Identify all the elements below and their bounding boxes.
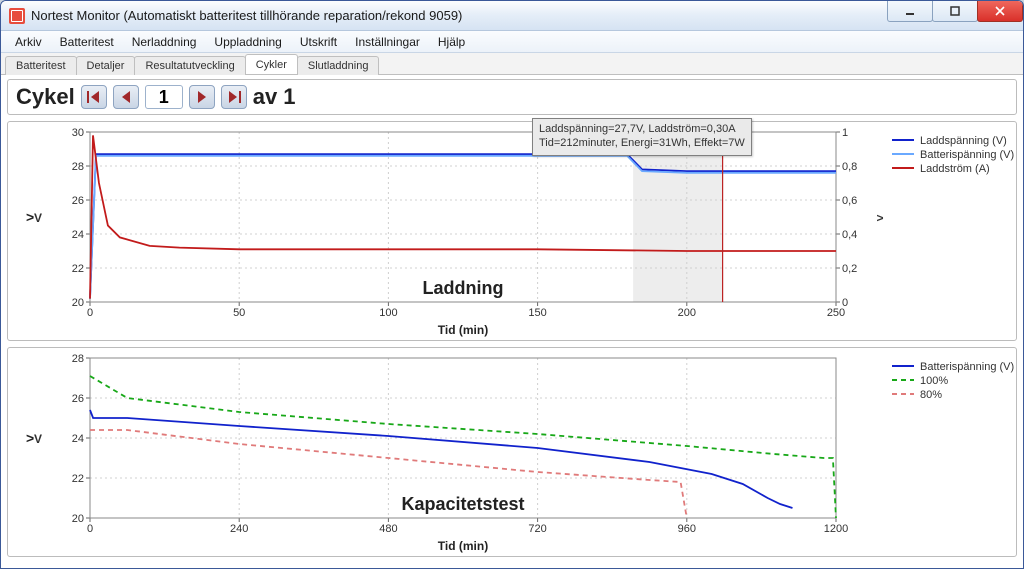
prev-button[interactable]: [113, 85, 139, 109]
svg-text:100%: 100%: [920, 375, 948, 387]
chart-laddning[interactable]: Laddspänning=27,7V, Laddström=0,30A Tid=…: [7, 121, 1017, 341]
close-button[interactable]: [977, 0, 1023, 22]
svg-text:V: V: [34, 432, 42, 446]
pager-total: 1: [283, 84, 295, 110]
pager-of-label: av: [253, 84, 277, 110]
window-title: Nortest Monitor (Automatiskt batteritest…: [31, 8, 888, 23]
app-icon: [9, 8, 25, 24]
minimize-button[interactable]: [887, 0, 933, 22]
svg-text:0,2: 0,2: [842, 263, 857, 275]
svg-text:150: 150: [528, 307, 546, 319]
content-area: Cykel av 1 Laddspänning=27,7V, Laddström…: [1, 75, 1023, 568]
maximize-button[interactable]: [932, 0, 978, 22]
svg-text:Batterispänning (V): Batterispänning (V): [920, 149, 1014, 161]
svg-text:0,8: 0,8: [842, 161, 857, 173]
cycle-pager: Cykel av 1: [7, 79, 1017, 115]
window-buttons: [888, 1, 1023, 30]
svg-text:50: 50: [233, 307, 245, 319]
svg-text:20: 20: [72, 513, 84, 525]
titlebar: Nortest Monitor (Automatiskt batteritest…: [1, 1, 1023, 31]
chart-tooltip: Laddspänning=27,7V, Laddström=0,30A Tid=…: [532, 118, 752, 156]
menubar: Arkiv Batteritest Nerladdning Uppladdnin…: [1, 31, 1023, 53]
tabbar: Batteritest Detaljer Resultatutveckling …: [1, 53, 1023, 75]
svg-text:28: 28: [72, 161, 84, 173]
menu-hjalp[interactable]: Hjälp: [430, 33, 473, 51]
svg-text:720: 720: [528, 523, 546, 535]
menu-installningar[interactable]: Inställningar: [347, 33, 428, 51]
menu-uppladdning[interactable]: Uppladdning: [206, 33, 289, 51]
svg-text:0: 0: [87, 307, 93, 319]
svg-text:30: 30: [72, 127, 84, 139]
svg-text:1: 1: [842, 127, 848, 139]
svg-text:200: 200: [678, 307, 696, 319]
svg-text:0,6: 0,6: [842, 195, 857, 207]
chart-laddning-svg: 20222426283000,20,40,60,8105010015020025…: [8, 122, 1016, 340]
svg-text:0,4: 0,4: [842, 229, 857, 241]
svg-text:Kapacitetstest: Kapacitetstest: [401, 494, 524, 514]
tab-cykler[interactable]: Cykler: [245, 54, 298, 74]
chart-kapacitetstest-svg: 20 22 24 26 28 0 240 480 720 960 1200 V> Kapacitetst…: [8, 348, 1016, 556]
svg-text:22: 22: [72, 263, 84, 275]
svg-text:240: 240: [230, 523, 248, 535]
svg-text:960: 960: [678, 523, 696, 535]
svg-text:20: 20: [72, 297, 84, 309]
svg-text:>: >: [876, 211, 883, 225]
svg-text:480: 480: [379, 523, 397, 535]
svg-text:0: 0: [87, 523, 93, 535]
svg-text:80%: 80%: [920, 389, 942, 401]
svg-text:1200: 1200: [824, 523, 848, 535]
svg-text:250: 250: [827, 307, 845, 319]
svg-text:26: 26: [72, 393, 84, 405]
svg-text:V: V: [34, 211, 42, 225]
last-button[interactable]: [221, 85, 247, 109]
svg-text:24: 24: [72, 229, 84, 241]
svg-text:Batterispänning (V): Batterispänning (V): [920, 361, 1014, 373]
menu-arkiv[interactable]: Arkiv: [7, 33, 50, 51]
menu-nerladdning[interactable]: Nerladdning: [124, 33, 205, 51]
svg-text:24: 24: [72, 433, 84, 445]
page-number-input[interactable]: [145, 85, 183, 109]
svg-text:Laddning: Laddning: [423, 278, 504, 298]
first-button[interactable]: [81, 85, 107, 109]
svg-text:28: 28: [72, 353, 84, 365]
tab-detaljer[interactable]: Detaljer: [76, 56, 136, 75]
menu-utskrift[interactable]: Utskrift: [292, 33, 345, 51]
svg-text:Laddspänning (V): Laddspänning (V): [920, 135, 1007, 147]
tooltip-line-2: Tid=212minuter, Energi=31Wh, Effekt=7W: [539, 137, 745, 151]
pager-label: Cykel: [16, 84, 75, 110]
tab-batteritest[interactable]: Batteritest: [5, 56, 77, 75]
app-window: Nortest Monitor (Automatiskt batteritest…: [0, 0, 1024, 569]
svg-text:26: 26: [72, 195, 84, 207]
svg-text:Laddström (A): Laddström (A): [920, 163, 990, 175]
chart-kapacitetstest[interactable]: 20 22 24 26 28 0 240 480 720 960 1200 V> Kapacitetst…: [7, 347, 1017, 557]
menu-batteritest[interactable]: Batteritest: [52, 33, 122, 51]
tab-slutladdning[interactable]: Slutladdning: [297, 56, 380, 75]
tab-resultatutveckling[interactable]: Resultatutveckling: [134, 56, 245, 75]
next-button[interactable]: [189, 85, 215, 109]
tooltip-line-1: Laddspänning=27,7V, Laddström=0,30A: [539, 123, 745, 137]
svg-text:100: 100: [379, 307, 397, 319]
svg-text:Tid (min): Tid (min): [438, 539, 488, 553]
svg-text:22: 22: [72, 473, 84, 485]
svg-text:Tid (min): Tid (min): [438, 323, 488, 337]
svg-text:>: >: [26, 209, 34, 225]
svg-text:>: >: [26, 430, 34, 446]
